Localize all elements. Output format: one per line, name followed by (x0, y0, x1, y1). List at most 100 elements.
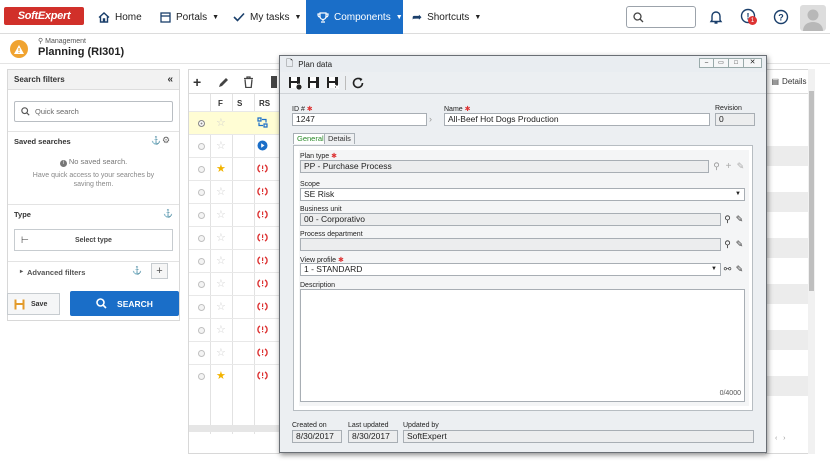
clear-icon[interactable]: ✎ (734, 264, 745, 275)
refresh-icon[interactable] (351, 76, 365, 90)
tab-details-dialog[interactable]: Details (324, 133, 355, 144)
quick-search-input[interactable]: Quick search (14, 101, 173, 122)
clear-icon[interactable]: ✎ (734, 214, 745, 225)
clear-icon[interactable]: ✎ (735, 161, 746, 172)
restore-icon[interactable]: ▭ (714, 58, 729, 68)
star-icon[interactable]: ★ (216, 369, 226, 382)
pager-arrows[interactable]: ‹ › (775, 435, 815, 447)
row-radio[interactable] (198, 350, 205, 357)
row-radio[interactable] (198, 373, 205, 380)
dialog-titlebar[interactable]: 🗋 Plan data – ▭ □ ✕ (280, 56, 766, 72)
plan-type-field: PP - Purchase Process (300, 160, 709, 173)
nav-my-tasks[interactable]: My tasks ▼ (233, 0, 301, 34)
edit-icon[interactable] (218, 77, 229, 88)
add-icon[interactable]: + (723, 161, 734, 172)
minimize-icon[interactable]: – (699, 58, 714, 68)
table-row[interactable]: ☆ (189, 203, 279, 226)
filter-pin-icon[interactable]: ⚓ (151, 136, 161, 145)
column-header-rs[interactable]: RS (259, 95, 270, 111)
search-icon[interactable]: ⚲ (722, 214, 733, 225)
add-icon[interactable]: + (193, 74, 201, 90)
tab-general[interactable]: General (293, 133, 328, 144)
table-row[interactable]: ☆ (189, 111, 279, 134)
filter-pin-icon[interactable]: ⚓ (132, 266, 142, 275)
required-icon: ✱ (329, 153, 337, 160)
row-radio[interactable] (198, 120, 205, 127)
window-controls: – ▭ □ ✕ (699, 58, 762, 68)
description-textarea[interactable]: 0/4000 (300, 289, 745, 402)
collapse-panel-icon[interactable]: « (167, 74, 173, 85)
star-icon[interactable]: ☆ (216, 231, 226, 244)
trash-icon[interactable] (243, 76, 254, 88)
bell-icon[interactable] (708, 9, 724, 25)
nav-shortcuts[interactable]: ➦ Shortcuts ▼ (412, 0, 481, 34)
table-row[interactable]: ☆ (189, 134, 279, 157)
star-icon[interactable]: ★ (216, 162, 226, 175)
vertical-scrollbar[interactable] (808, 69, 815, 454)
star-icon[interactable]: ☆ (216, 254, 226, 267)
star-icon[interactable]: ☆ (216, 323, 226, 336)
chevron-down-icon: ▼ (212, 13, 220, 21)
search-button[interactable]: SEARCH (70, 291, 179, 316)
table-row[interactable]: ☆ (189, 295, 279, 318)
view-profile-select[interactable]: 1 - STANDARD ▼ (300, 263, 721, 276)
save-search-button[interactable]: Save (7, 293, 60, 315)
search-icon[interactable]: ⚲ (722, 239, 733, 250)
search-icon[interactable]: ⚲ (711, 161, 722, 172)
select-type-button[interactable]: ⊢ Select type (14, 229, 173, 251)
row-radio[interactable] (198, 258, 205, 265)
table-row[interactable]: ☆ (189, 341, 279, 364)
scope-select[interactable]: SE Risk ▼ (300, 188, 745, 201)
star-icon[interactable]: ☆ (216, 277, 226, 290)
star-icon[interactable]: ☆ (216, 139, 226, 152)
row-radio[interactable] (198, 235, 205, 242)
play-icon (257, 140, 268, 151)
maximize-icon[interactable]: □ (729, 58, 744, 68)
close-icon[interactable]: ✕ (744, 58, 762, 68)
star-icon[interactable]: ☆ (216, 116, 226, 129)
row-radio[interactable] (198, 143, 205, 150)
tab-details[interactable]: ▤ Details (765, 70, 813, 94)
star-icon[interactable]: ☆ (216, 185, 226, 198)
save-icon[interactable] (307, 76, 321, 90)
row-radio[interactable] (198, 281, 205, 288)
softexpert-logo[interactable]: SoftExpert (4, 7, 84, 25)
table-row[interactable]: ☆ (189, 318, 279, 341)
row-radio[interactable] (198, 212, 205, 219)
table-row[interactable]: ☆ (189, 272, 279, 295)
horizontal-scrollbar[interactable] (189, 425, 279, 432)
nav-portals[interactable]: Portals ▼ (160, 0, 219, 34)
star-icon[interactable]: ☆ (216, 300, 226, 313)
row-radio[interactable] (198, 166, 205, 173)
table-row[interactable]: ★ (189, 364, 279, 387)
row-radio[interactable] (198, 189, 205, 196)
star-icon[interactable]: ☆ (216, 208, 226, 221)
add-filter-button[interactable]: + (151, 263, 168, 279)
nav-components[interactable]: Components ▼ (306, 0, 403, 34)
binoculars-icon[interactable]: ⚯ (722, 264, 733, 275)
notification-badge: 1 (748, 16, 757, 25)
table-row[interactable]: ★ (189, 157, 279, 180)
table-row[interactable]: ☆ (189, 226, 279, 249)
column-header-f[interactable]: F (218, 95, 223, 111)
nav-home[interactable]: Home (98, 0, 142, 34)
clear-icon[interactable]: ✎ (734, 239, 745, 250)
star-icon[interactable]: ☆ (216, 346, 226, 359)
row-radio[interactable] (198, 304, 205, 311)
filter-pin-icon[interactable]: ⚓ (163, 209, 173, 218)
global-search-input[interactable] (626, 6, 696, 28)
id-field[interactable]: 1247 (292, 113, 427, 126)
table-row[interactable]: ☆ (189, 180, 279, 203)
table-row[interactable]: ☆ (189, 249, 279, 272)
name-field[interactable]: All-Beef Hot Dogs Production (444, 113, 710, 126)
breadcrumb[interactable]: ⚲ Management (38, 37, 86, 46)
help-icon[interactable]: ? (773, 9, 789, 25)
gear-icon[interactable]: ⚙ (162, 135, 170, 146)
save-and-new-icon[interactable] (288, 76, 302, 90)
task-alert-icon[interactable]: ! 1 (740, 8, 757, 25)
row-radio[interactable] (198, 327, 205, 334)
column-header-s[interactable]: S (237, 95, 242, 111)
advanced-filters-toggle[interactable]: ▸ Advanced filters (20, 268, 85, 277)
save-and-close-icon[interactable] (326, 76, 340, 90)
avatar[interactable] (800, 5, 826, 31)
